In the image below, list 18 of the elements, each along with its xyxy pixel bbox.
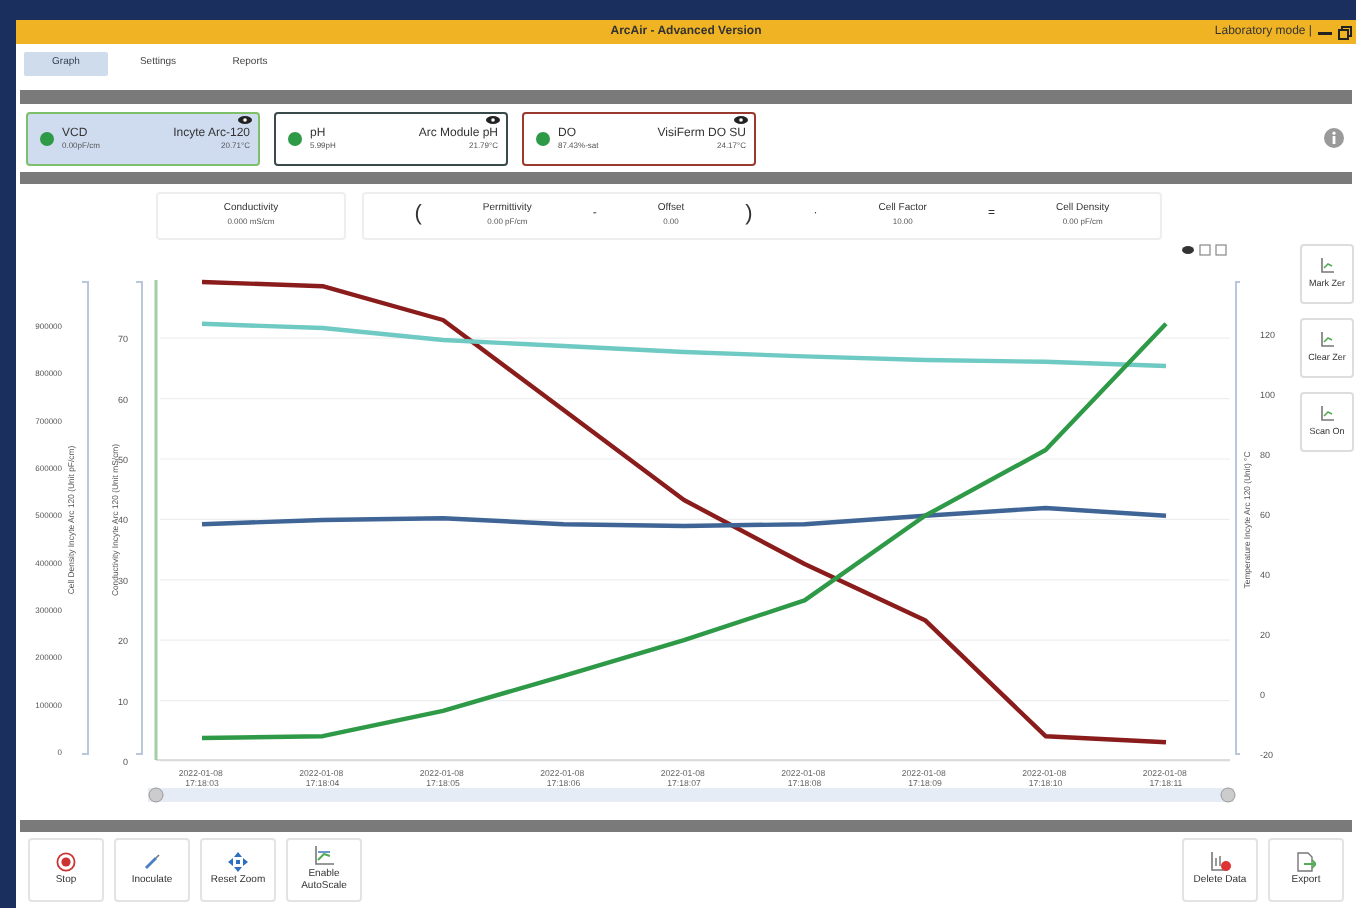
eye-icon[interactable] xyxy=(734,115,748,123)
stop-icon xyxy=(56,852,76,873)
restore-icon[interactable] xyxy=(1338,25,1352,39)
eye-icon[interactable] xyxy=(238,115,252,123)
chart-icon xyxy=(314,846,334,867)
chart-icon xyxy=(1320,257,1334,274)
info-icon[interactable] xyxy=(1324,128,1344,148)
bracket-symbol: ( xyxy=(414,200,422,231)
horizontal-scrollbar[interactable] xyxy=(148,787,1236,803)
chart-delete-icon xyxy=(1209,852,1231,873)
syringe-icon xyxy=(142,852,162,873)
bracket-symbol: ) xyxy=(745,200,753,231)
chart-icon xyxy=(1320,405,1334,422)
move-arrows-icon xyxy=(228,852,248,873)
export-icon xyxy=(1296,852,1316,873)
eye-icon[interactable] xyxy=(1182,246,1194,254)
eye-icon[interactable] xyxy=(486,115,500,123)
chart-icon xyxy=(1320,331,1334,348)
